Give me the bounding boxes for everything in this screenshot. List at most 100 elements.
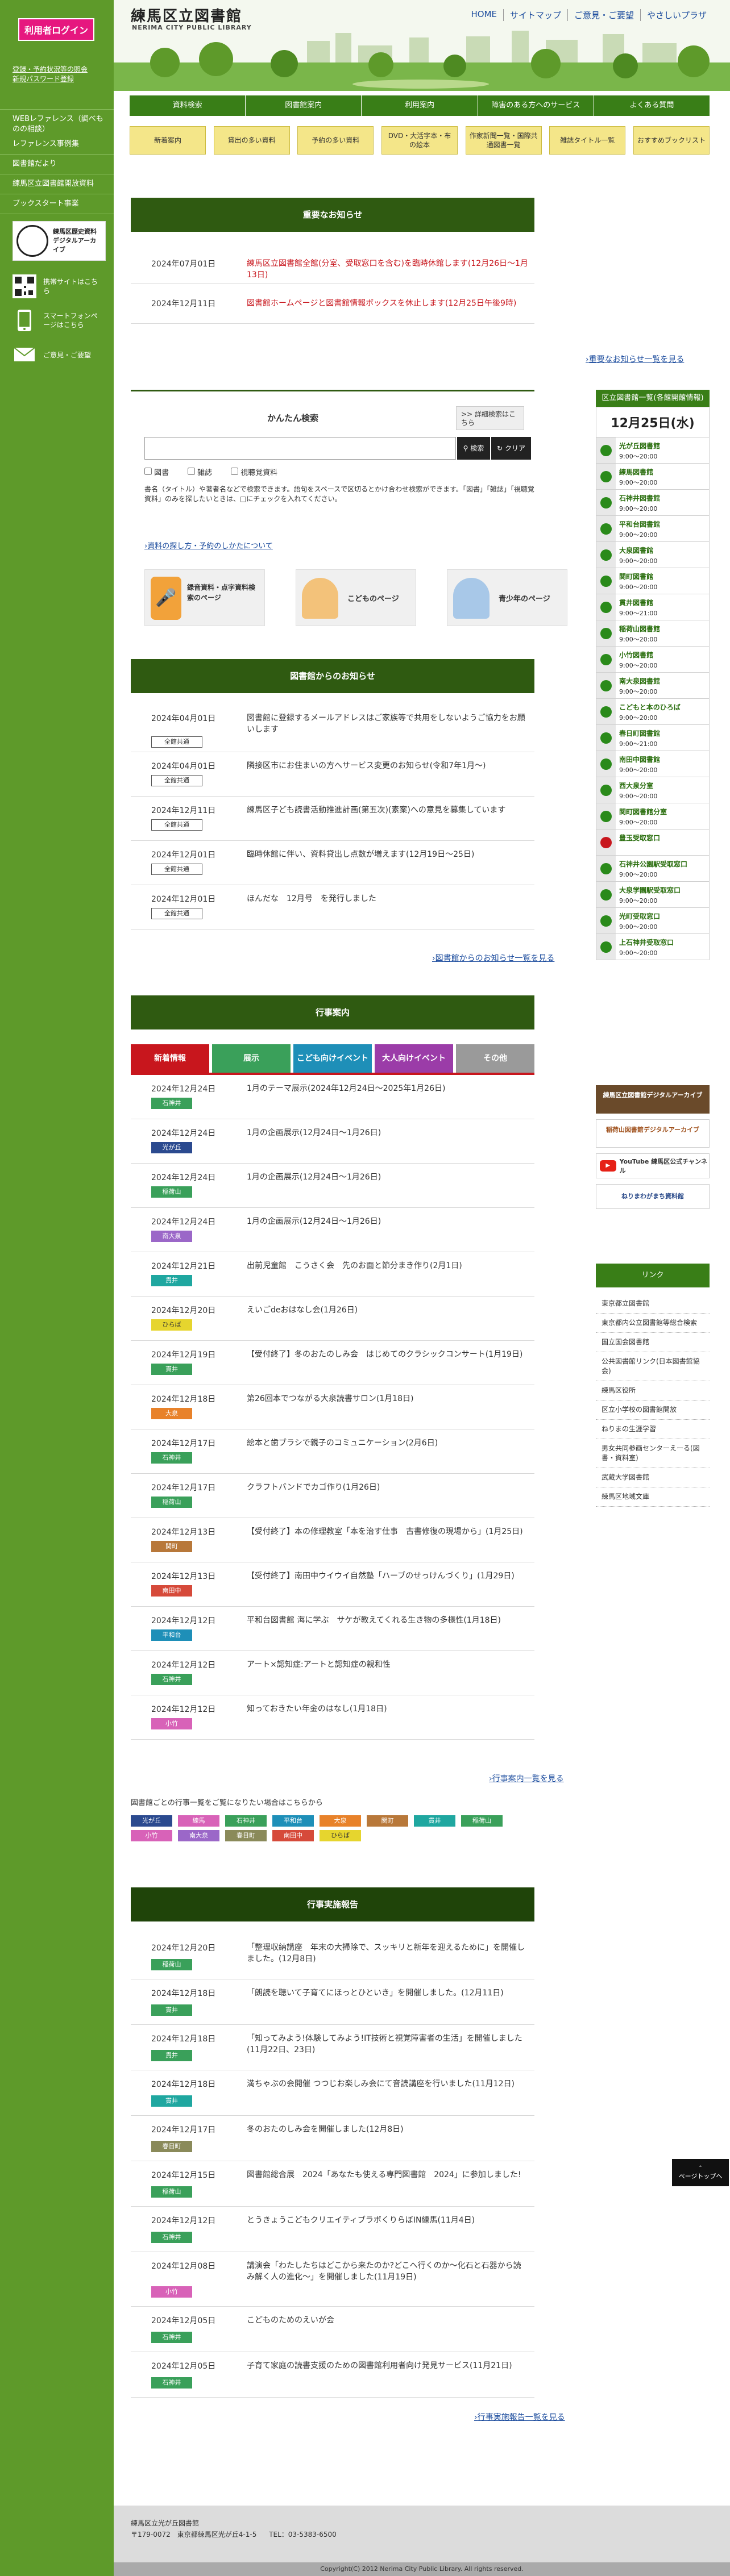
event-item[interactable]: 2024年12月12日 平和台図書館 海に学ぶ サケが教えてくれる生き物の多様性(… [131, 1607, 534, 1651]
report-item[interactable]: 2024年12月18日 満ちゃぶの会開催 つつじお楽しみ会にて音読講座を行いました… [131, 2070, 534, 2116]
library-name[interactable]: 平和台図書館 [619, 519, 660, 530]
library-tag-12[interactable]: ひらば [320, 1830, 361, 1841]
easy-plaza-link[interactable]: やさしいプラザ [640, 9, 713, 21]
report-text[interactable]: 「朗読を聴いて子育てにほっとひといき」を開催しました。(12月11日) [247, 1987, 529, 1999]
report-item[interactable]: 2024年12月18日 「朗読を聴いて子育てにほっとひといき」を開催しました。(1… [131, 1979, 534, 2025]
search-help-link[interactable]: 資料の探し方・予約のしかたについて [144, 540, 273, 551]
library-hours-item[interactable]: 大泉図書館 9:00〜20:00 [596, 542, 710, 568]
library-name[interactable]: 関町図書館分室 [619, 807, 667, 817]
report-text[interactable]: 満ちゃぶの会開催 つつじお楽しみ会にて音読講座を行いました(11月12日) [247, 2078, 529, 2090]
report-item[interactable]: 2024年12月20日 「整理収納講座 年末の大掃除で、スッキリと新年を迎えるため… [131, 1934, 534, 1979]
library-hours-item[interactable]: 関町図書館 9:00〜20:00 [596, 568, 710, 594]
side-menu-item[interactable]: 図書館だより [0, 154, 114, 174]
event-item[interactable]: 2024年12月17日 絵本と歯ブラシで親子のコミュニケーション(2月6日) 石神井 [131, 1429, 534, 1474]
report-text[interactable]: 図書館総合展 2024「あなたも使える専門図書館 2024」に参加しました! [247, 2169, 529, 2181]
report-item[interactable]: 2024年12月08日 講演会「わたしたちはどこから来たのか?どこへ行くのか〜化石… [131, 2252, 534, 2307]
notice-item[interactable]: 2024年04月01日 図書館に登録するメールアドレスはご家族等で共用をしないよ… [131, 705, 534, 752]
report-text[interactable]: 「知ってみよう!体験してみよう!IT技術と視覚障害者の生活」を開催しました(11… [247, 2033, 529, 2056]
library-name[interactable]: 貫井図書館 [619, 598, 657, 608]
library-name[interactable]: 豊玉受取窓口 [619, 833, 660, 843]
notices-more-link[interactable]: 図書館からのお知らせ一覧を見る [432, 952, 555, 964]
external-link-item[interactable]: 男女共同参画センターえーる(図書・資料室) [596, 1439, 710, 1468]
event-text[interactable]: 第26回本でつながる大泉読書サロン(1月18日) [247, 1393, 529, 1404]
event-text[interactable]: 1月の企画展示(12月24日〜1月26日) [247, 1172, 529, 1183]
library-tag-4[interactable]: 大泉 [320, 1815, 361, 1827]
library-name[interactable]: 小竹図書館 [619, 650, 657, 660]
library-name[interactable]: 春日町図書館 [619, 728, 660, 739]
report-text[interactable]: こどものためのえいが会 [247, 2315, 529, 2326]
av-checkbox[interactable] [231, 468, 238, 475]
notice-item[interactable]: 2024年12月11日 練馬区子ども読書活動推進計画(第五次)(素案)への意見を… [131, 797, 534, 841]
event-item[interactable]: 2024年12月12日 知っておきたい年金のはなし(1月18日) 小竹 [131, 1695, 534, 1740]
library-hours-item[interactable]: 小竹図書館 9:00〜20:00 [596, 647, 710, 673]
event-text[interactable]: 1月の企画展示(12月24日〜1月26日) [247, 1216, 529, 1227]
event-item[interactable]: 2024年12月12日 アート×認知症:アートと認知症の親和性 石神井 [131, 1651, 534, 1695]
tab-new[interactable]: 新着情報 [131, 1044, 209, 1073]
reservation-status-link[interactable]: 登録・予約状況等の照会 [13, 65, 114, 74]
library-name[interactable]: 上石神井受取窓口 [619, 937, 674, 948]
home-link[interactable]: HOME [464, 9, 503, 21]
inariyama-archive-banner[interactable]: 稲荷山図書館デジタルアーカイブ [596, 1119, 710, 1148]
event-item[interactable]: 2024年12月13日 【受付終了】南田中ウイウイ自然塾「ハーブのせっけんづくり」… [131, 1562, 534, 1607]
library-name[interactable]: 大泉図書館 [619, 545, 657, 556]
opinion-link[interactable]: ご意見・ご要望 [13, 343, 114, 366]
event-text[interactable]: 出前児童館 こうさく会 先のお面と節分まき作り(2月1日) [247, 1260, 529, 1272]
event-item[interactable]: 2024年12月24日 1月の企画展示(12月24日〜1月26日) 稲荷山 [131, 1164, 534, 1208]
important-item[interactable]: 2024年07月01日 練馬区立図書館全館(分室、受取窓口を含む)を臨時休館しま… [131, 244, 534, 284]
library-hours-item[interactable]: 上石神井受取窓口 9:00〜20:00 [596, 934, 710, 960]
report-item[interactable]: 2024年12月18日 「知ってみよう!体験してみよう!IT技術と視覚障害者の生活… [131, 2025, 534, 2070]
event-item[interactable]: 2024年12月19日 【受付終了】冬のおたのしみ会 はじめてのクラシックコンサー… [131, 1341, 534, 1385]
option-magazines[interactable]: 雑誌 [188, 466, 212, 477]
nav-search[interactable]: 資料検索 [130, 95, 246, 116]
wagamachi-banner[interactable]: ねりまわがまち資料館 [596, 1184, 710, 1209]
event-text[interactable]: 1月の企画展示(12月24日〜1月26日) [247, 1127, 529, 1139]
library-hours-item[interactable]: 豊玉受取窓口 [596, 830, 710, 856]
event-text[interactable]: クラフトバンドでカゴ作り(1月26日) [247, 1482, 529, 1493]
subnav-popular-reservations[interactable]: 予約の多い資料 [297, 126, 374, 155]
subnav-new-arrivals[interactable]: 新着案内 [130, 126, 206, 155]
library-tag-11[interactable]: 南田中 [272, 1830, 314, 1841]
report-item[interactable]: 2024年12月17日 冬のおたのしみ会を開催しました(12月8日) 春日町 [131, 2116, 534, 2161]
report-item[interactable]: 2024年12月12日 とうきょうこどもクリエイティブラボくりらぼIN練馬(11月… [131, 2207, 534, 2252]
library-name[interactable]: 南田中図書館 [619, 755, 660, 765]
notice-text[interactable]: 図書館に登録するメールアドレスはご家族等で共用をしないようご協力をお願いします [247, 712, 529, 735]
important-item[interactable]: 2024年12月11日 図書館ホームページと図書館情報ボックスを休止します(12… [131, 284, 534, 324]
external-link-item[interactable]: 区立小学校の図書館開放 [596, 1400, 710, 1420]
library-hours-item[interactable]: 平和台図書館 9:00〜20:00 [596, 516, 710, 542]
nav-faq[interactable]: よくある質問 [594, 95, 710, 116]
library-name[interactable]: 石神井公園駅受取窓口 [619, 859, 687, 869]
library-hours-item[interactable]: 石神井公園駅受取窓口 9:00〜20:00 [596, 856, 710, 882]
external-link-item[interactable]: 東京都立図書館 [596, 1294, 710, 1314]
library-hours-item[interactable]: 大泉学園駅受取窓口 9:00〜20:00 [596, 882, 710, 908]
report-text[interactable]: 子育て家庭の読書支援のための図書館利用者向け発見サービス(11月21日) [247, 2360, 529, 2371]
sitemap-link[interactable]: サイトマップ [503, 9, 567, 21]
library-hours-item[interactable]: 光町受取窓口 9:00〜20:00 [596, 908, 710, 934]
event-item[interactable]: 2024年12月17日 クラフトバンドでカゴ作り(1月26日) 稲荷山 [131, 1474, 534, 1518]
tab-other[interactable]: その他 [456, 1044, 534, 1073]
library-tag-0[interactable]: 光が丘 [131, 1815, 172, 1827]
library-name[interactable]: 稲荷山図書館 [619, 624, 660, 634]
external-link-item[interactable]: 練馬区役所 [596, 1381, 710, 1400]
library-name[interactable]: 石神井図書館 [619, 493, 660, 503]
side-menu-item[interactable]: 練馬区立図書館開放資料 [0, 174, 114, 194]
event-item[interactable]: 2024年12月13日 【受付終了】本の修理教室「本を治す仕事 古書修復の現場から… [131, 1518, 534, 1562]
page-top-button[interactable]: ˄ ページトップへ [672, 2159, 729, 2186]
quick-link-braille[interactable]: 🎤 録音資料・点字資料検索のページ [144, 569, 265, 626]
library-tag-3[interactable]: 平和台 [272, 1815, 314, 1827]
library-hours-item[interactable]: 練馬図書館 9:00〜20:00 [596, 464, 710, 490]
magazines-checkbox[interactable] [188, 468, 195, 475]
report-item[interactable]: 2024年12月05日 子育て家庭の読書支援のための図書館利用者向け発見サービス(… [131, 2352, 534, 2398]
notice-item[interactable]: 2024年12月01日 臨時休館に伴い、資料貸出し点数が増えます(12月19日〜… [131, 841, 534, 885]
side-menu-item[interactable]: レファレンス事例集 [0, 139, 114, 154]
side-menu-item[interactable]: WEBレファレンス（調べものの相談） [0, 109, 114, 139]
report-text[interactable]: 「整理収納講座 年末の大掃除で、スッキリと新年を迎えるために」を開催しました。(… [247, 1942, 529, 1965]
report-text[interactable]: 講演会「わたしたちはどこから来たのか?どこへ行くのか〜化石と石器から読み解く人の… [247, 2260, 529, 2283]
library-tag-7[interactable]: 稲荷山 [461, 1815, 503, 1827]
library-hours-item[interactable]: 南田中図書館 9:00〜20:00 [596, 751, 710, 777]
search-input[interactable] [144, 437, 456, 460]
library-tag-6[interactable]: 貫井 [414, 1815, 455, 1827]
external-link-item[interactable]: 国立国会図書館 [596, 1333, 710, 1352]
important-text[interactable]: 練馬区立図書館全館(分室、受取窓口を含む)を臨時休館します(12月26日〜1月1… [247, 258, 529, 281]
library-name[interactable]: 南大泉図書館 [619, 676, 660, 686]
notice-text[interactable]: ほんだな 12月号 を発行しました [247, 893, 529, 904]
